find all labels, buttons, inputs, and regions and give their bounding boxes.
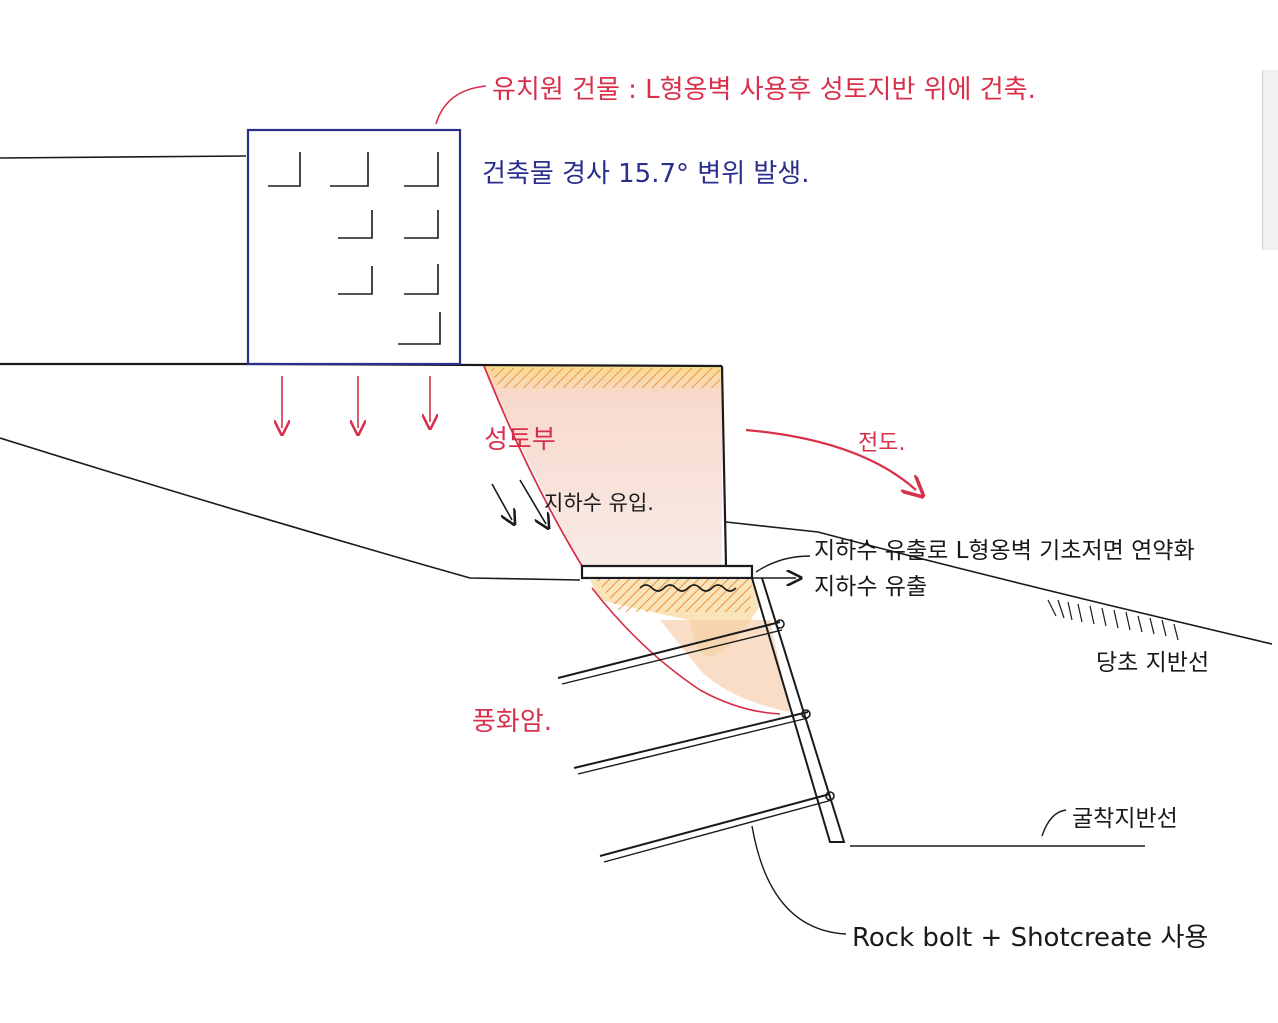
building-windows (268, 152, 441, 345)
building-tilt-label: 건축물 경사 15.7° 변위 발생. (482, 159, 810, 189)
rock-bolt-2b (577, 717, 809, 775)
weathered-rock-label: 풍화암. (472, 707, 552, 737)
reinforcement-label: Rock bolt + Shotcreate 사용 (852, 923, 1208, 953)
fill-zone-label: 성토부 (484, 425, 556, 455)
fill-zone-shading (484, 366, 722, 566)
ground-line-left (0, 155, 247, 159)
foundation-hatch (595, 578, 752, 612)
cross-section-diagram: 유치원 건물 : L형옹벽 사용후 성토지반 위에 건축. 건축물 경사 15.… (0, 75, 1273, 953)
rock-bolt-2 (573, 711, 809, 769)
groundwater-inflow-arrow-1 (491, 483, 512, 520)
sketch-sheet: 유치원 건물 : L형옹벽 사용후 성토지반 위에 건축. 건축물 경사 15.… (0, 0, 1278, 1023)
fill-zone-top-hatch (490, 368, 720, 388)
rock-bolt-3b (603, 799, 833, 863)
original-ground-label: 당초 지반선 (1096, 650, 1209, 676)
rotation-label: 전도. (858, 431, 905, 456)
lower-ground-line (0, 437, 581, 581)
leader-excavation (1041, 809, 1067, 837)
groundwater-inflow-label: 지하수 유입. (544, 491, 654, 515)
weathered-rock-shading (660, 620, 790, 712)
groundwater-outflow-label: 지하수 유출 (814, 574, 927, 600)
rock-bolt-3 (599, 793, 831, 857)
building-title-label: 유치원 건물 : L형옹벽 사용후 성토지반 위에 건축. (492, 75, 1036, 105)
kindergarten-building (246, 128, 462, 366)
leader-groundwater-note (755, 555, 811, 573)
leader-building-title (435, 85, 487, 125)
excavation-line-label: 굴착지반선 (1072, 806, 1178, 832)
groundwater-note-label: 지하수 유출로 L형옹벽 기초저면 연약화 (814, 538, 1195, 564)
